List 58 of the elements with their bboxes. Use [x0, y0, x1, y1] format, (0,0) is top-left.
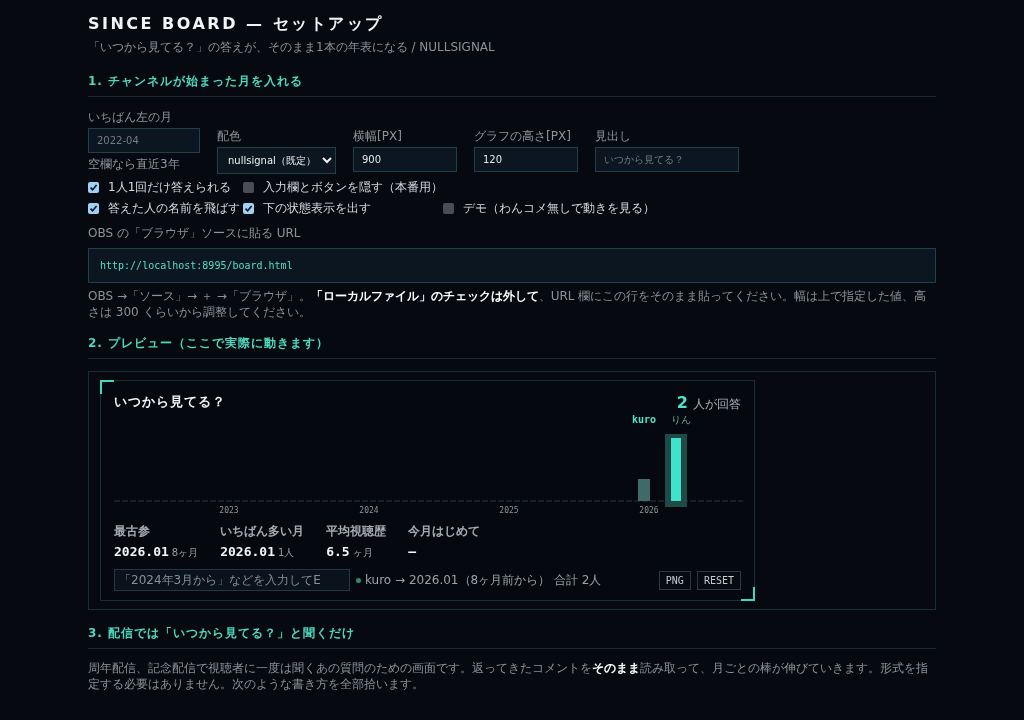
field-label: 配色 — [217, 128, 242, 145]
url-field[interactable]: http://localhost:8995/board.html — [88, 248, 936, 283]
bar — [638, 479, 650, 502]
bar — [671, 438, 681, 502]
stat-value: 6.5 — [326, 544, 350, 560]
stat-value: 2026.01 — [220, 544, 275, 560]
year-label: 2026 — [639, 506, 659, 516]
stat-unit: 1人 — [277, 546, 295, 561]
field-label: グラフの高さ[PX] — [474, 128, 572, 145]
checkbox-label: 答えた人の名前を飛ばす — [108, 200, 240, 217]
checkbox-label: 入力欄とボタンを隠す（本番用） — [263, 179, 443, 196]
stat-unit: 8ヶ月 — [171, 546, 199, 561]
section-heading: 2. プレビュー（ここで実際に動きます） — [88, 336, 330, 351]
field-label: 横幅[PX] — [353, 128, 403, 145]
checkbox-label: デモ（わんコメ無しで動きを見る） — [463, 200, 655, 217]
field-label: OBS の「ブラウザ」ソースに貼る URL — [88, 225, 302, 242]
checkbox[interactable] — [88, 203, 99, 214]
checkbox[interactable] — [443, 203, 454, 214]
page-title: SINCE BOARD — セットアップ — [88, 14, 385, 35]
stat-label: 最古参 — [114, 523, 151, 541]
stat-label: 平均視聴歴 — [326, 523, 387, 541]
input-field[interactable]: 2022-04 — [88, 128, 200, 153]
checkbox[interactable] — [88, 182, 99, 193]
field-label: いちばん左の月 — [88, 109, 173, 126]
input-field[interactable]: いつから見てる？ — [595, 147, 739, 172]
stat-value: 2026.01 — [114, 544, 169, 560]
stat-label: 今月はじめて — [408, 523, 481, 541]
answer-input-field[interactable]: 「2024年3月から」などを入力してE — [114, 569, 350, 592]
png-button[interactable]: PNG — [658, 570, 691, 590]
select-field[interactable]: nullsignal（既定） — [217, 147, 336, 174]
year-label: 2024 — [359, 506, 379, 516]
page-subtitle: 「いつから見てる？」の答えが、そのまま1本の年表になる / NULLSIGNAL — [88, 39, 496, 56]
answer-count: 2 — [676, 393, 688, 413]
board-title: いつから見てる？ — [114, 393, 226, 412]
section-heading: 3. 配信では「いつから見てる？」と聞くだけ — [88, 626, 356, 641]
section-heading: 1. チャンネルが始まった月を入れる — [88, 74, 304, 88]
field-hint: 空欄なら直近3年 — [88, 156, 181, 173]
year-label: 2025 — [499, 506, 519, 516]
checkbox-label: 下の状態表示を出す — [263, 200, 371, 217]
checkbox[interactable] — [243, 203, 254, 214]
stat-value: — — [408, 544, 416, 560]
input-field[interactable]: 120 — [474, 147, 578, 172]
bar-label: kuro — [631, 414, 657, 426]
instructions-text: OBS →「ソース」→ ＋ →「ブラウザ」。「ローカルファイル」のチェックは外して、URL 欄にこの行をそのまま貼ってください。幅は上で指定した値、高さは 300 くらいから調整してください。 — [88, 289, 928, 321]
bar-label: りん — [671, 414, 691, 426]
stat-label: いちばん多い月 — [220, 523, 305, 541]
status-text: kuro → 2026.01（8ヶ月前から） 合計 2人 — [365, 571, 602, 589]
corner-bracket — [100, 380, 114, 395]
stat-unit: ヶ月 — [352, 546, 373, 561]
input-field[interactable]: 900 — [353, 147, 457, 172]
field-label: 見出し — [595, 128, 632, 145]
checkbox[interactable] — [243, 182, 254, 193]
body-text: 周年配信、記念配信で視聴者に一度は聞くあの質問のための画面です。返ってきたコメントをそのまま読み取って、月ごとの棒が伸びていきます。形式を指定する必要はありません。次のような書き方を全部拾います。 — [88, 661, 929, 693]
answer-count-label: 人が回答 — [693, 396, 741, 414]
status-dot — [356, 577, 361, 583]
reset-button[interactable]: RESET — [696, 570, 741, 590]
year-label: 2023 — [219, 506, 239, 516]
checkbox-label: 1人1回だけ答えられる — [108, 179, 232, 196]
